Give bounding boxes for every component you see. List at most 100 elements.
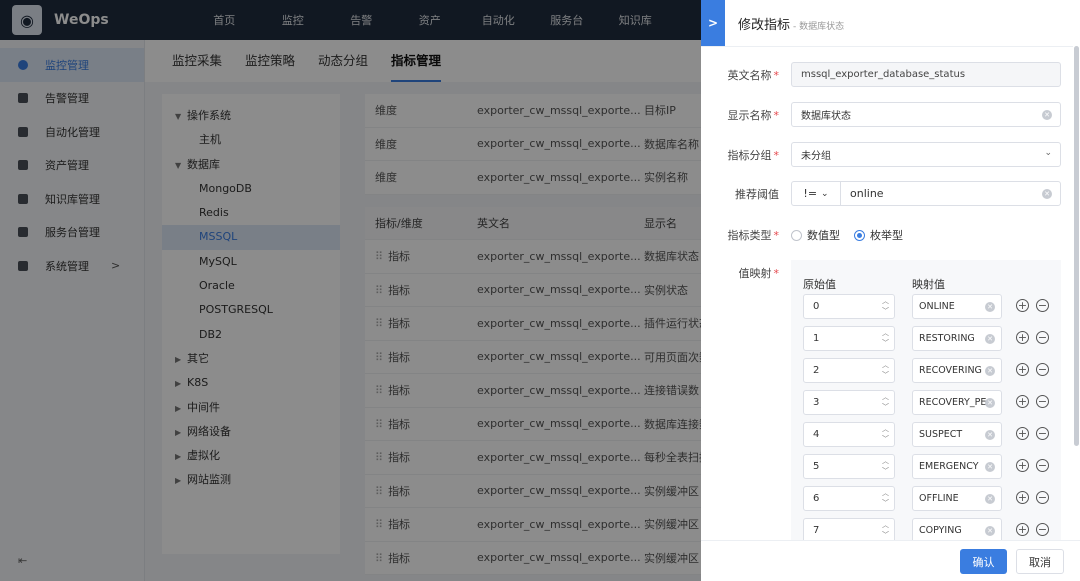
- field-type: 指标类型 * 数值型 枚举型: [701, 225, 1073, 245]
- confirm-button[interactable]: 确认: [960, 549, 1007, 574]
- clear-icon[interactable]: ✕: [985, 526, 995, 536]
- mapped-value: EMERGENCY: [919, 461, 979, 472]
- en-name-input[interactable]: mssql_exporter_database_status: [791, 62, 1061, 87]
- display-name-value: 数据库状态: [801, 111, 851, 122]
- add-row-icon[interactable]: +: [1016, 427, 1029, 440]
- raw-value: 4: [813, 429, 820, 440]
- mapped-value: RECOVERING: [919, 365, 982, 376]
- modal-mask[interactable]: [0, 0, 701, 581]
- add-row-icon[interactable]: +: [1016, 363, 1029, 376]
- remove-row-icon[interactable]: −: [1036, 491, 1049, 504]
- field-en-name: 英文名称 * mssql_exporter_database_status: [701, 62, 1073, 87]
- stepper-icon[interactable]: ︿ ﹀: [882, 456, 889, 476]
- add-row-icon[interactable]: +: [1016, 299, 1029, 312]
- radio-numeric[interactable]: 数值型: [791, 227, 840, 243]
- drawer-title: 修改指标 - 数据库状态: [738, 14, 844, 33]
- mapped-value-input[interactable]: COPYING ✕: [912, 518, 1002, 540]
- field-display-name: 显示名称 * 数据库状态 ✕: [701, 102, 1073, 127]
- mapped-value-input[interactable]: ONLINE ✕: [912, 294, 1002, 319]
- mapped-value: ONLINE: [919, 301, 955, 312]
- mapped-value: COPYING: [919, 525, 962, 536]
- remove-row-icon[interactable]: −: [1036, 427, 1049, 440]
- raw-value-input[interactable]: 6 ︿ ﹀: [803, 486, 895, 511]
- drawer-scrollbar[interactable]: [1074, 46, 1079, 446]
- raw-value-input[interactable]: 5 ︿ ﹀: [803, 454, 895, 479]
- stepper-icon[interactable]: ︿ ﹀: [882, 520, 889, 540]
- clear-icon[interactable]: ✕: [985, 398, 995, 408]
- stepper-icon[interactable]: ︿ ﹀: [882, 424, 889, 444]
- mapped-value-input[interactable]: RESTORING ✕: [912, 326, 1002, 351]
- field-label: 英文名称: [727, 68, 772, 82]
- raw-value-input[interactable]: 7 ︿ ﹀: [803, 518, 895, 540]
- operator-value: !=: [803, 187, 818, 200]
- stepper-icon[interactable]: ︿ ﹀: [882, 392, 889, 412]
- mapped-value-input[interactable]: OFFLINE ✕: [912, 486, 1002, 511]
- stepper-icon[interactable]: ︿ ﹀: [882, 488, 889, 508]
- value-map-row: 0 ︿ ﹀ ONLINE ✕ + −: [803, 294, 1053, 319]
- remove-row-icon[interactable]: −: [1036, 395, 1049, 408]
- add-row-icon[interactable]: +: [1016, 331, 1029, 344]
- clear-icon[interactable]: ✕: [985, 334, 995, 344]
- field-group: 指标分组 * 未分组 ⌄: [701, 142, 1073, 167]
- clear-icon[interactable]: ✕: [985, 462, 995, 472]
- value-map-row: 3 ︿ ﹀ RECOVERY_PE ✕ + −: [803, 390, 1053, 415]
- field-label: 显示名称: [727, 108, 772, 122]
- clear-icon[interactable]: ✕: [985, 366, 995, 376]
- chevron-down-icon: ⌄: [1044, 148, 1052, 158]
- remove-row-icon[interactable]: −: [1036, 331, 1049, 344]
- mapped-value: OFFLINE: [919, 493, 959, 504]
- raw-value: 0: [813, 301, 820, 312]
- mapped-value: SUSPECT: [919, 429, 963, 440]
- mapped-value-input[interactable]: EMERGENCY ✕: [912, 454, 1002, 479]
- clear-icon[interactable]: ✕: [1042, 110, 1052, 120]
- remove-row-icon[interactable]: −: [1036, 363, 1049, 376]
- raw-value-input[interactable]: 0 ︿ ﹀: [803, 294, 895, 319]
- raw-value: 2: [813, 365, 820, 376]
- mapped-value: RECOVERY_PE: [919, 397, 987, 408]
- stepper-icon[interactable]: ︿ ﹀: [882, 360, 889, 380]
- stepper-icon[interactable]: ︿ ﹀: [882, 296, 889, 316]
- value-map-row: 2 ︿ ﹀ RECOVERING ✕ + −: [803, 358, 1053, 383]
- drawer-footer: 确认 取消: [701, 540, 1080, 581]
- threshold-value: online: [850, 187, 884, 200]
- raw-value: 7: [813, 525, 820, 536]
- clear-icon[interactable]: ✕: [985, 494, 995, 504]
- chevron-down-icon: ⌄: [821, 188, 829, 199]
- drawer-form: 英文名称 * mssql_exporter_database_status 显示名…: [701, 46, 1073, 540]
- add-row-icon[interactable]: +: [1016, 395, 1029, 408]
- value-map-row: 6 ︿ ﹀ OFFLINE ✕ + −: [803, 486, 1053, 511]
- add-row-icon[interactable]: +: [1016, 459, 1029, 472]
- field-label: 指标分组: [727, 148, 772, 162]
- remove-row-icon[interactable]: −: [1036, 523, 1049, 536]
- value-map-row: 4 ︿ ﹀ SUSPECT ✕ + −: [803, 422, 1053, 447]
- raw-value: 3: [813, 397, 820, 408]
- clear-icon[interactable]: ✕: [985, 430, 995, 440]
- raw-value-input[interactable]: 1 ︿ ﹀: [803, 326, 895, 351]
- raw-value-input[interactable]: 3 ︿ ﹀: [803, 390, 895, 415]
- value-map-panel: 原始值 映射值 0 ︿ ﹀ ONLINE ✕ + −1 ︿ ﹀ RESTORING ✕ + −2 ︿ ﹀ RE…: [791, 260, 1061, 540]
- chevron-right-icon[interactable]: >: [701, 0, 725, 46]
- operator-select[interactable]: != ⌄: [791, 181, 841, 206]
- group-select[interactable]: 未分组 ⌄: [791, 142, 1061, 167]
- mapped-value-input[interactable]: SUSPECT ✕: [912, 422, 1002, 447]
- drawer-title-text: 修改指标: [738, 18, 791, 33]
- add-row-icon[interactable]: +: [1016, 491, 1029, 504]
- raw-value-input[interactable]: 4 ︿ ﹀: [803, 422, 895, 447]
- value-map-row: 5 ︿ ﹀ EMERGENCY ✕ + −: [803, 454, 1053, 479]
- threshold-input[interactable]: online ✕: [840, 181, 1061, 206]
- remove-row-icon[interactable]: −: [1036, 299, 1049, 312]
- display-name-input[interactable]: 数据库状态 ✕: [791, 102, 1061, 127]
- clear-icon[interactable]: ✕: [985, 302, 995, 312]
- raw-value: 5: [813, 461, 820, 472]
- remove-row-icon[interactable]: −: [1036, 459, 1049, 472]
- stepper-icon[interactable]: ︿ ﹀: [882, 328, 889, 348]
- field-label: 指标类型: [727, 229, 772, 242]
- mapped-value-input[interactable]: RECOVERING ✕: [912, 358, 1002, 383]
- cancel-button[interactable]: 取消: [1016, 549, 1064, 574]
- add-row-icon[interactable]: +: [1016, 523, 1029, 536]
- raw-value: 1: [813, 333, 820, 344]
- radio-enum[interactable]: 枚举型: [854, 227, 903, 243]
- raw-value-input[interactable]: 2 ︿ ﹀: [803, 358, 895, 383]
- clear-icon[interactable]: ✕: [1042, 189, 1052, 199]
- mapped-value-input[interactable]: RECOVERY_PE ✕: [912, 390, 1002, 415]
